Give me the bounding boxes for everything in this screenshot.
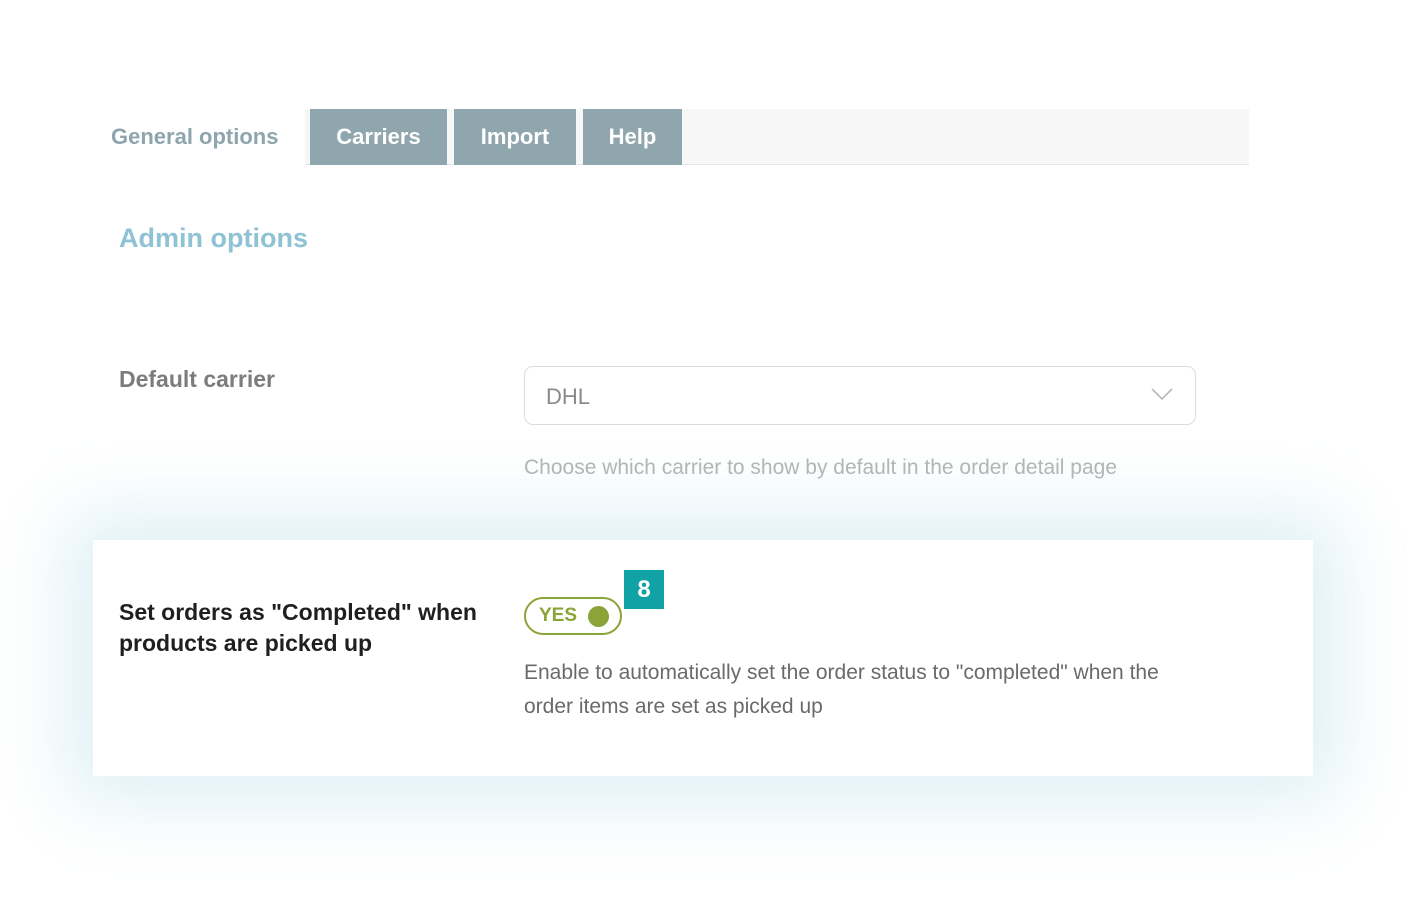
default-carrier-value: DHL <box>546 384 591 409</box>
completed-toggle[interactable]: YES <box>524 597 622 635</box>
completed-option-label: Set orders as "Completed" when products … <box>119 599 477 656</box>
default-carrier-label: Default carrier <box>119 366 275 392</box>
completed-option-description: Enable to automatically set the order st… <box>524 661 1159 718</box>
section-title: Admin options <box>119 223 308 253</box>
tab-import[interactable]: Import <box>454 109 576 165</box>
toggle-state-label: YES <box>539 605 578 626</box>
step-badge: 8 <box>624 570 664 609</box>
default-carrier-select[interactable]: DHL <box>524 366 1196 425</box>
chevron-down-icon <box>1151 388 1173 401</box>
tab-help[interactable]: Help <box>583 109 682 165</box>
tab-carriers[interactable]: Carriers <box>310 109 447 165</box>
default-carrier-help: Choose which carrier to show by default … <box>524 456 1118 479</box>
toggle-knob <box>588 606 609 627</box>
tab-general-options[interactable]: General options <box>111 109 278 164</box>
completed-option-card: Set orders as "Completed" when products … <box>93 540 1313 776</box>
